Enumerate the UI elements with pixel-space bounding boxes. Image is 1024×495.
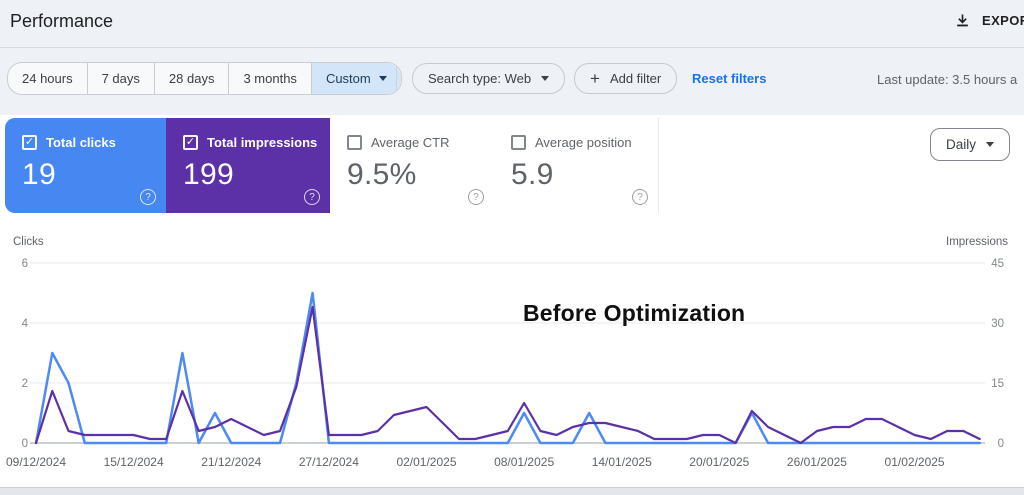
chevron-down-icon bbox=[541, 76, 550, 81]
chevron-down-icon bbox=[986, 142, 994, 147]
average-position-value: 5.9 bbox=[511, 158, 554, 191]
add-filter-label: Add filter bbox=[609, 71, 662, 86]
svg-text:6: 6 bbox=[22, 258, 28, 270]
card-header: ✓ Total clicks bbox=[22, 135, 116, 150]
last-update-text: Last update: 3.5 hours a bbox=[877, 72, 1018, 87]
help-icon[interactable]: ? bbox=[140, 189, 156, 205]
granularity-dropdown[interactable]: Daily bbox=[930, 128, 1010, 161]
download-icon bbox=[957, 14, 968, 27]
card-label: Total clicks bbox=[46, 135, 116, 150]
svg-text:15/12/2024: 15/12/2024 bbox=[104, 455, 164, 469]
card-header: Average CTR bbox=[347, 135, 450, 150]
svg-text:14/01/2025: 14/01/2025 bbox=[592, 455, 652, 469]
card-header: Average position bbox=[511, 135, 632, 150]
tab-label: Custom bbox=[325, 71, 371, 86]
svg-text:2: 2 bbox=[22, 378, 28, 390]
tab-label: 28 days bbox=[168, 71, 215, 86]
performance-chart[interactable]: 6 45 4 30 2 15 0 0 Clicks Impressions 09/12/2024 15… bbox=[0, 228, 1024, 478]
tab-label: 3 months bbox=[243, 71, 297, 86]
total-impressions-value: 199 bbox=[183, 158, 234, 191]
bottom-edge bbox=[0, 487, 1024, 495]
svg-text:26/01/2025: 26/01/2025 bbox=[787, 455, 847, 469]
svg-text:Impressions: Impressions bbox=[946, 236, 1008, 248]
clicks-impressions-line-chart[interactable]: 6 45 4 30 2 15 0 0 Clicks Impressions 09/12/2024 15… bbox=[0, 228, 1024, 478]
total-clicks-value: 19 bbox=[22, 158, 56, 191]
svg-text:0: 0 bbox=[22, 438, 28, 450]
svg-text:08/01/2025: 08/01/2025 bbox=[494, 455, 554, 469]
average-ctr-value: 9.5% bbox=[347, 158, 417, 191]
svg-text:Clicks: Clicks bbox=[13, 236, 44, 248]
header-divider bbox=[0, 47, 1024, 48]
svg-text:30: 30 bbox=[991, 318, 1004, 330]
tab-24-hours[interactable]: 24 hours bbox=[8, 63, 88, 94]
tab-label: 7 days bbox=[101, 71, 140, 86]
chart-annotation: Before Optimization bbox=[523, 300, 746, 326]
svg-text:45: 45 bbox=[991, 258, 1004, 270]
tab-7-days[interactable]: 7 days bbox=[88, 63, 155, 94]
granularity-label: Daily bbox=[945, 137, 976, 152]
search-console-performance-page: Performance EXPORT 24 hours 7 days 28 da… bbox=[0, 0, 1024, 495]
svg-text:02/01/2025: 02/01/2025 bbox=[396, 455, 456, 469]
card-label: Average position bbox=[535, 135, 632, 150]
average-position-card[interactable]: Average position 5.9 ? bbox=[494, 118, 659, 213]
card-label: Average CTR bbox=[371, 135, 450, 150]
tab-28-days[interactable]: 28 days bbox=[155, 63, 230, 94]
checkbox-checked-icon[interactable]: ✓ bbox=[183, 135, 198, 150]
help-icon[interactable]: ? bbox=[632, 189, 648, 205]
search-type-dropdown[interactable]: Search type: Web bbox=[412, 63, 566, 94]
plus-icon: + bbox=[590, 68, 600, 88]
search-type-label: Search type: Web bbox=[428, 71, 532, 86]
svg-text:20/01/2025: 20/01/2025 bbox=[689, 455, 749, 469]
svg-text:0: 0 bbox=[998, 438, 1004, 450]
page-title: Performance bbox=[10, 11, 114, 31]
svg-text:15: 15 bbox=[991, 378, 1004, 390]
total-clicks-card[interactable]: ✓ Total clicks 19 ? bbox=[5, 118, 166, 213]
chevron-down-icon bbox=[378, 76, 387, 81]
svg-text:27/12/2024: 27/12/2024 bbox=[299, 455, 359, 469]
checkbox-unchecked-icon[interactable] bbox=[347, 135, 362, 150]
card-header: ✓ Total impressions bbox=[183, 135, 317, 150]
export-label: EXPORT bbox=[982, 13, 1024, 28]
export-button[interactable]: EXPORT bbox=[954, 12, 1024, 29]
average-ctr-card[interactable]: Average CTR 9.5% ? bbox=[330, 118, 495, 213]
total-impressions-card[interactable]: ✓ Total impressions 199 ? bbox=[166, 118, 330, 213]
svg-text:21/12/2024: 21/12/2024 bbox=[201, 455, 261, 469]
checkbox-unchecked-icon[interactable] bbox=[511, 135, 526, 150]
checkbox-checked-icon[interactable]: ✓ bbox=[22, 135, 37, 150]
card-label: Total impressions bbox=[207, 135, 318, 150]
svg-text:09/12/2024: 09/12/2024 bbox=[6, 455, 66, 469]
help-icon[interactable]: ? bbox=[304, 189, 320, 205]
svg-text:01/02/2025: 01/02/2025 bbox=[885, 455, 945, 469]
tab-3-months[interactable]: 3 months bbox=[229, 63, 312, 94]
date-range-tabs: 24 hours 7 days 28 days 3 months Custom bbox=[7, 62, 402, 95]
reset-filters-link[interactable]: Reset filters bbox=[692, 71, 766, 86]
toolbar-divider bbox=[396, 66, 397, 90]
tab-custom[interactable]: Custom bbox=[311, 63, 401, 94]
tab-label: 24 hours bbox=[22, 71, 73, 86]
help-icon[interactable]: ? bbox=[468, 189, 484, 205]
add-filter-button[interactable]: + Add filter bbox=[574, 63, 678, 94]
svg-text:4: 4 bbox=[22, 318, 29, 330]
